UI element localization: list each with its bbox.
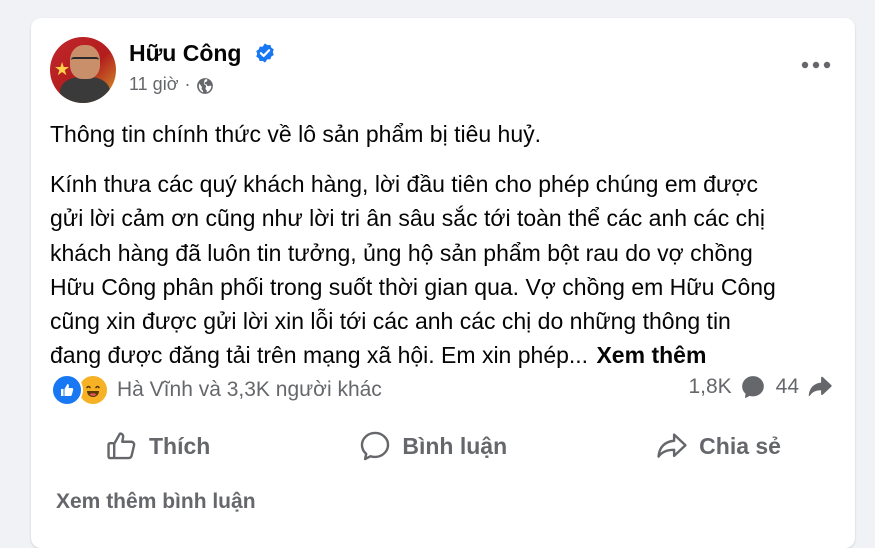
share-count-icon (808, 376, 832, 397)
post-body-line: đang được đăng tải trên mạng xã hội. Em … (50, 342, 589, 369)
post-body-line: Kính thưa các quý khách hàng, lời đầu ti… (50, 171, 758, 197)
speech-bubble-icon (361, 431, 390, 461)
post-body-line: gửi lời cảm ơn cũng như lời tri ân sâu s… (50, 205, 766, 232)
avatar-glasses (71, 57, 99, 66)
thumbs-up-icon (107, 432, 136, 460)
engagement-counts: 1,8K 44 (678, 374, 833, 400)
comment-label: Bình luận (402, 432, 508, 459)
post-title: Thông tin chính thức về lô sản phẩm bị t… (50, 121, 542, 147)
author-name[interactable]: Hữu Công (129, 40, 241, 67)
globe-icon[interactable] (196, 77, 214, 95)
more-dots-icon (801, 61, 831, 69)
post-meta: 11 giờ · (129, 74, 214, 95)
avatar[interactable]: ★ (50, 37, 116, 103)
comment-count-icon (741, 376, 764, 398)
share-arrow-icon (657, 433, 687, 458)
view-more-comments-link[interactable]: Xem thêm bình luận (56, 490, 256, 514)
avatar-body (60, 77, 110, 103)
post-body-last-line: đang được đăng tải trên mạng xã hội. Em … (50, 338, 840, 372)
post-body: Kính thưa các quý khách hàng, lời đầu ti… (50, 167, 840, 373)
share-button[interactable]: Chia sẻ (635, 423, 801, 469)
more-options-button[interactable] (798, 52, 834, 78)
reaction-summary[interactable]: Hà Vĩnh và 3,3K người khác (51, 374, 382, 406)
like-label: Thích (149, 432, 211, 459)
verified-badge-icon (256, 43, 274, 63)
post-body-line: cũng xin được gửi lời xin lỗi tới các an… (50, 308, 731, 335)
post-time[interactable]: 11 giờ (129, 74, 179, 95)
share-count[interactable]: 44 (776, 375, 799, 399)
comment-count[interactable]: 1,8K (688, 375, 731, 399)
share-label: Chia sẻ (699, 432, 781, 459)
flag-star-icon: ★ (54, 59, 71, 80)
post-body-line: Hữu Công phân phối trong suốt thời gian … (50, 273, 776, 300)
like-reaction-icon (51, 374, 83, 406)
post-body-line: khách hàng đã luôn tin tưởng, ủng hộ sản… (50, 239, 753, 266)
post-actions: Thích Bình luận Chia sẻ (31, 421, 855, 471)
reaction-summary-text[interactable]: Hà Vĩnh và 3,3K người khác (117, 378, 382, 402)
comment-button[interactable]: Bình luận (338, 423, 527, 469)
post-card: ★ Hữu Công 11 giờ · Thông tin chính thức… (31, 18, 855, 548)
like-button[interactable]: Thích (85, 423, 230, 469)
see-more-link[interactable]: Xem thêm (596, 342, 706, 368)
meta-separator: · (184, 74, 191, 94)
